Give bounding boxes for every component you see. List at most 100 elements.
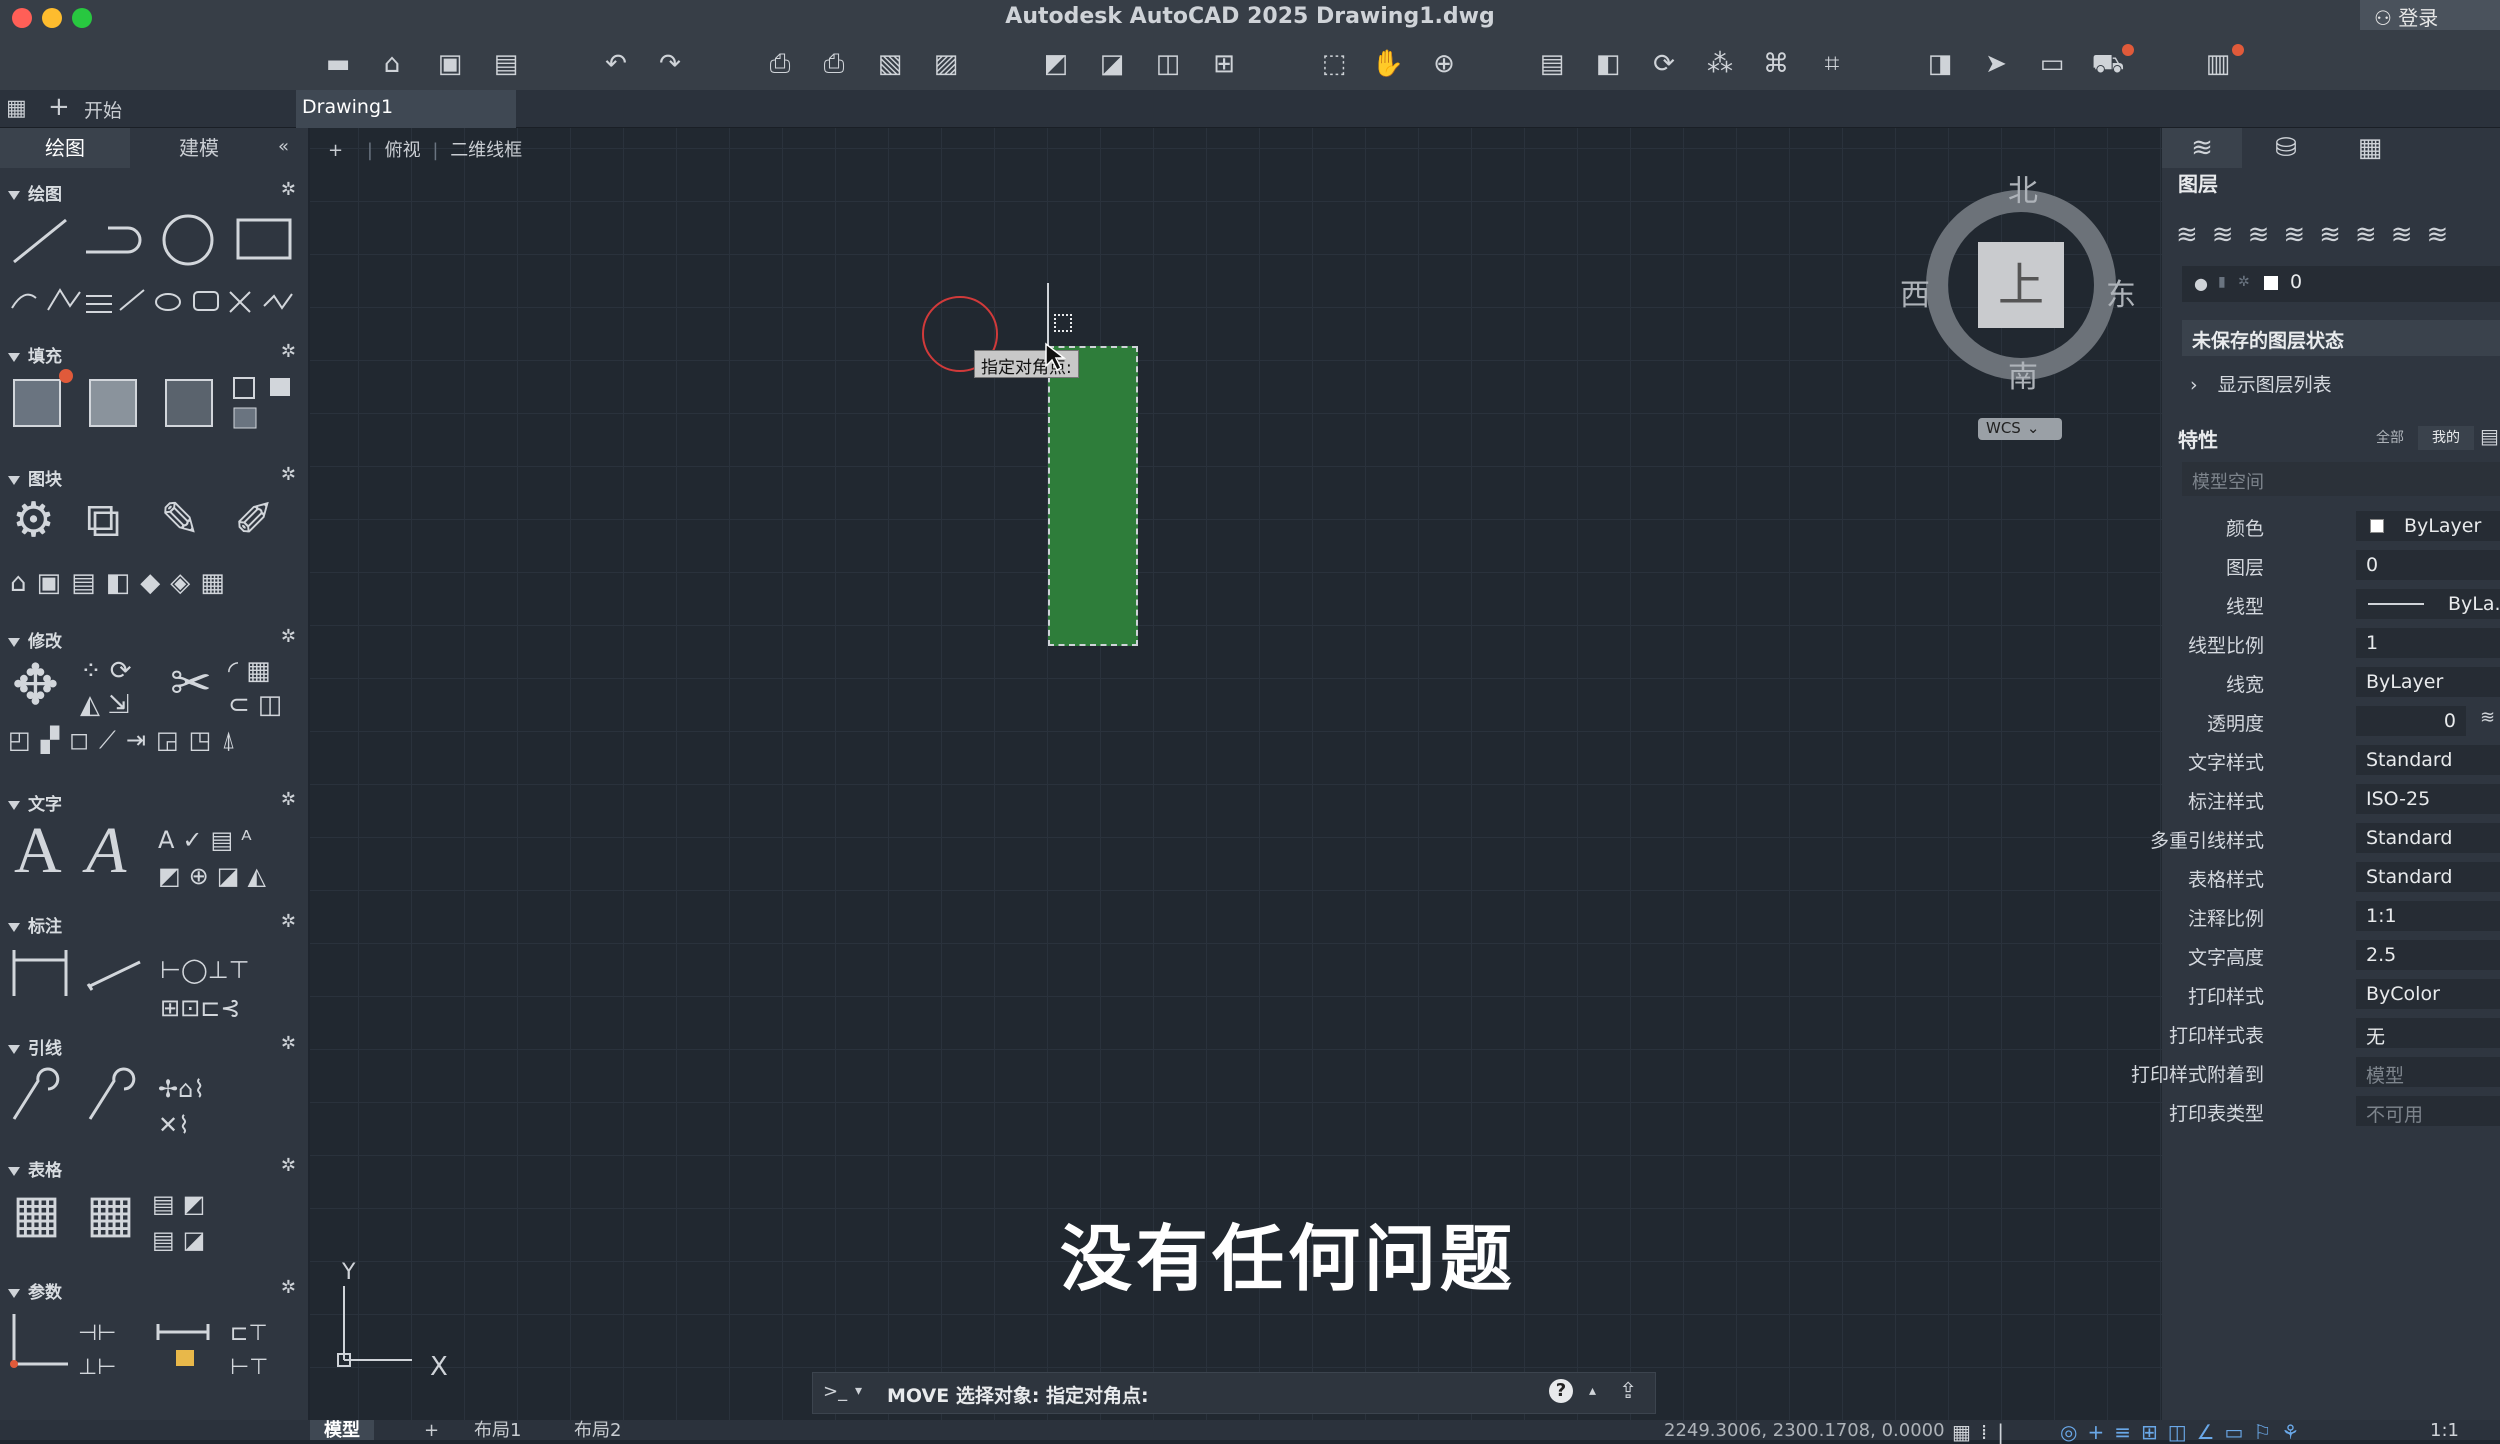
zoom-window-icon[interactable]: ⬚	[1316, 46, 1352, 82]
save-as-icon[interactable]: ▤	[488, 46, 524, 82]
modify-tools-left-icon[interactable]: ⁘⟳ ◭⇲	[80, 654, 170, 722]
viewcube-south[interactable]: 南	[2008, 352, 2038, 396]
settings-grid-icon[interactable]: ⌗	[1814, 46, 1850, 82]
prop-row-linetype-scale[interactable]: 线型比例 1	[2162, 623, 2500, 662]
filter-all-button[interactable]: 全部	[2362, 426, 2418, 450]
display-icon[interactable]: ▭	[2034, 46, 2070, 82]
tab-layers[interactable]: ≋	[2162, 128, 2242, 168]
section-parameter[interactable]: 参数 ✲	[0, 1274, 308, 1303]
help-icon[interactable]: ?	[1549, 1379, 1573, 1403]
section-modify[interactable]: 修改 ✲	[0, 623, 308, 652]
transparency-slider[interactable]: 0	[2356, 706, 2466, 736]
section-fill[interactable]: 填充 ✲	[0, 338, 308, 367]
prop-row-mleader-style[interactable]: 多重引线样式 Standard	[2150, 818, 2500, 857]
refresh-icon[interactable]: ⟳	[1646, 46, 1682, 82]
leader-edit-icon[interactable]	[88, 1067, 136, 1120]
send-icon[interactable]: ➤	[1978, 46, 2014, 82]
snap-toggles-icon[interactable]: ◎+≡⊞◫∠▭⚐⚘	[2060, 1420, 2309, 1444]
prop-row-annotation-scale[interactable]: 注释比例 1:1	[2162, 896, 2500, 935]
chevron-down-icon[interactable]: ▾	[855, 1383, 862, 1399]
viewcube-top-face[interactable]: 上	[1978, 242, 2064, 328]
prop-row-dim-style[interactable]: 标注样式 ISO-25	[2162, 779, 2500, 818]
gear-icon[interactable]: ✲	[281, 179, 296, 200]
ray-tool-icon[interactable]	[119, 289, 145, 311]
prop-row-text-style[interactable]: 文字样式 Standard	[2162, 740, 2500, 779]
prop-row-text-height[interactable]: 文字高度 2.5	[2162, 935, 2500, 974]
properties-menu-icon[interactable]: ▤	[2480, 424, 2499, 448]
prop-row-color[interactable]: 颜色 ByLayer	[2162, 506, 2500, 545]
table-small-tools-icon[interactable]: ▤◩ ▤◪	[152, 1186, 213, 1258]
aligned-dimension-icon[interactable]	[86, 960, 141, 991]
rectangle-tool-icon[interactable]	[236, 218, 292, 260]
section-block[interactable]: 图块 ✲	[0, 461, 308, 490]
tab-layout1[interactable]: 布局1	[460, 1420, 535, 1441]
pan-hand-icon[interactable]: ✋	[1370, 46, 1406, 82]
dimension-small-tools-icon[interactable]: ⊢◯⊥⊤	[160, 956, 250, 984]
open-folder-icon[interactable]: ⌂	[374, 46, 410, 82]
share-export-icon[interactable]: ⇪	[1619, 1379, 1637, 1404]
circle-tool-icon[interactable]	[162, 214, 214, 266]
chevron-up-icon[interactable]: ▴	[1589, 1383, 1596, 1399]
annotation-scale[interactable]: 1:1	[2430, 1420, 2459, 1441]
web-icon[interactable]: ⊞	[1206, 46, 1242, 82]
modify-tools-right-icon[interactable]: ◜▦ ⊂◫	[228, 654, 308, 722]
prop-row-lineweight[interactable]: 线宽 ByLayer	[2162, 662, 2500, 701]
prop-row-table-style[interactable]: 表格样式 Standard	[2162, 857, 2500, 896]
revision-icon[interactable]	[233, 407, 257, 429]
linear-dimension-icon[interactable]	[12, 950, 68, 996]
current-layer-dropdown[interactable]: ● ▮ ✲ 0	[2182, 266, 2500, 302]
leader-small-tools-2-icon[interactable]: ✕⌇	[158, 1111, 190, 1139]
dimension-small-tools-2-icon[interactable]: ⊞⊡⊏⊰	[160, 994, 240, 1022]
insert-block-icon[interactable]: ⚙	[12, 496, 55, 544]
multileader-icon[interactable]	[12, 1067, 60, 1120]
drafting-toggles-icon[interactable]: ▦⁞|	[1952, 1420, 2014, 1444]
viewcube-west[interactable]: 西	[1900, 270, 1930, 314]
tab-table[interactable]: ▦	[2330, 128, 2410, 168]
compare-icon[interactable]: ◨	[1922, 46, 1958, 82]
polyline-tool-icon[interactable]	[86, 226, 142, 254]
parameter-small-tools-4-icon[interactable]: ⊢⊤	[230, 1355, 268, 1380]
orbit-icon[interactable]: ⊕	[1426, 46, 1462, 82]
gradient-icon[interactable]	[89, 379, 137, 427]
match-properties-icon[interactable]: ◧	[1590, 46, 1626, 82]
parameter-small-tools-icon[interactable]: ⊣⊢	[78, 1321, 116, 1346]
tab-blocks[interactable]: ⛁	[2246, 128, 2326, 168]
block-small-tools-icon[interactable]: ⌂▣▤◧◆◈▦	[10, 568, 235, 598]
clipboard-icon[interactable]: ▥	[2200, 46, 2236, 82]
new-tab-icon[interactable]: +	[48, 92, 70, 122]
parameter-small-tools-3-icon[interactable]: ⊏⊤	[230, 1321, 268, 1346]
arc-tool-icon[interactable]	[11, 293, 37, 309]
prop-row-plot-style[interactable]: 打印样式 ByColor	[2162, 974, 2500, 1013]
prop-row-plot-style-table[interactable]: 打印样式表无	[2162, 1013, 2500, 1052]
tab-drawing1[interactable]: Drawing1	[296, 90, 516, 128]
multiline-text-icon[interactable]: A	[14, 818, 62, 884]
table-edit-icon[interactable]: ▦	[86, 1188, 135, 1240]
tab-model-space[interactable]: 模型	[310, 1420, 374, 1441]
hatch-icon[interactable]	[13, 379, 61, 427]
gear-icon[interactable]: ✲	[281, 464, 296, 485]
section-leader[interactable]: 引线 ✲	[0, 1030, 308, 1059]
parameter-small-tools-2-icon[interactable]: ⊥⊢	[78, 1355, 116, 1380]
cart-icon[interactable]: ⛟	[2090, 46, 2126, 82]
command-line[interactable]: >_ ▾ MOVE 选择对象: 指定对角点: ? ▴ ⇪	[812, 1372, 1656, 1414]
prop-row-transparency[interactable]: 透明度 0 ≋	[2162, 701, 2500, 740]
command-prompt-icon[interactable]: >_	[823, 1381, 847, 1402]
layer-tools-icon[interactable]: ≋≋≋≋≋≋≋≋	[2176, 220, 2462, 250]
print-icon[interactable]: ⎙	[762, 46, 798, 82]
coordinates-readout[interactable]: 2249.3006, 2300.1708, 0.0000	[1664, 1420, 1945, 1441]
gear-icon[interactable]: ✲	[281, 341, 296, 362]
view-control-button[interactable]: 俯视	[385, 140, 421, 161]
line-tool-icon[interactable]	[13, 218, 67, 264]
transparency-icon[interactable]: ≋	[2480, 707, 2495, 728]
collapse-panel-icon[interactable]: «	[278, 136, 289, 157]
move-icon[interactable]: ✥	[12, 658, 59, 714]
publish-icon[interactable]: ▧	[872, 46, 908, 82]
text-tools-icon[interactable]: A✓▤ᴬ ◩⊕◪◭	[158, 822, 274, 894]
ellipse-tool-icon[interactable]	[155, 293, 181, 311]
prop-row-layer[interactable]: 图层 0	[2162, 545, 2500, 584]
lock-icon[interactable]	[176, 1350, 194, 1366]
section-text[interactable]: 文字 ✲	[0, 786, 308, 815]
trim-scissors-icon[interactable]: ✂	[170, 658, 212, 708]
show-layer-list-toggle[interactable]: › 显示图层列表	[2190, 370, 2332, 397]
gear-icon[interactable]: ✲	[281, 1033, 296, 1054]
